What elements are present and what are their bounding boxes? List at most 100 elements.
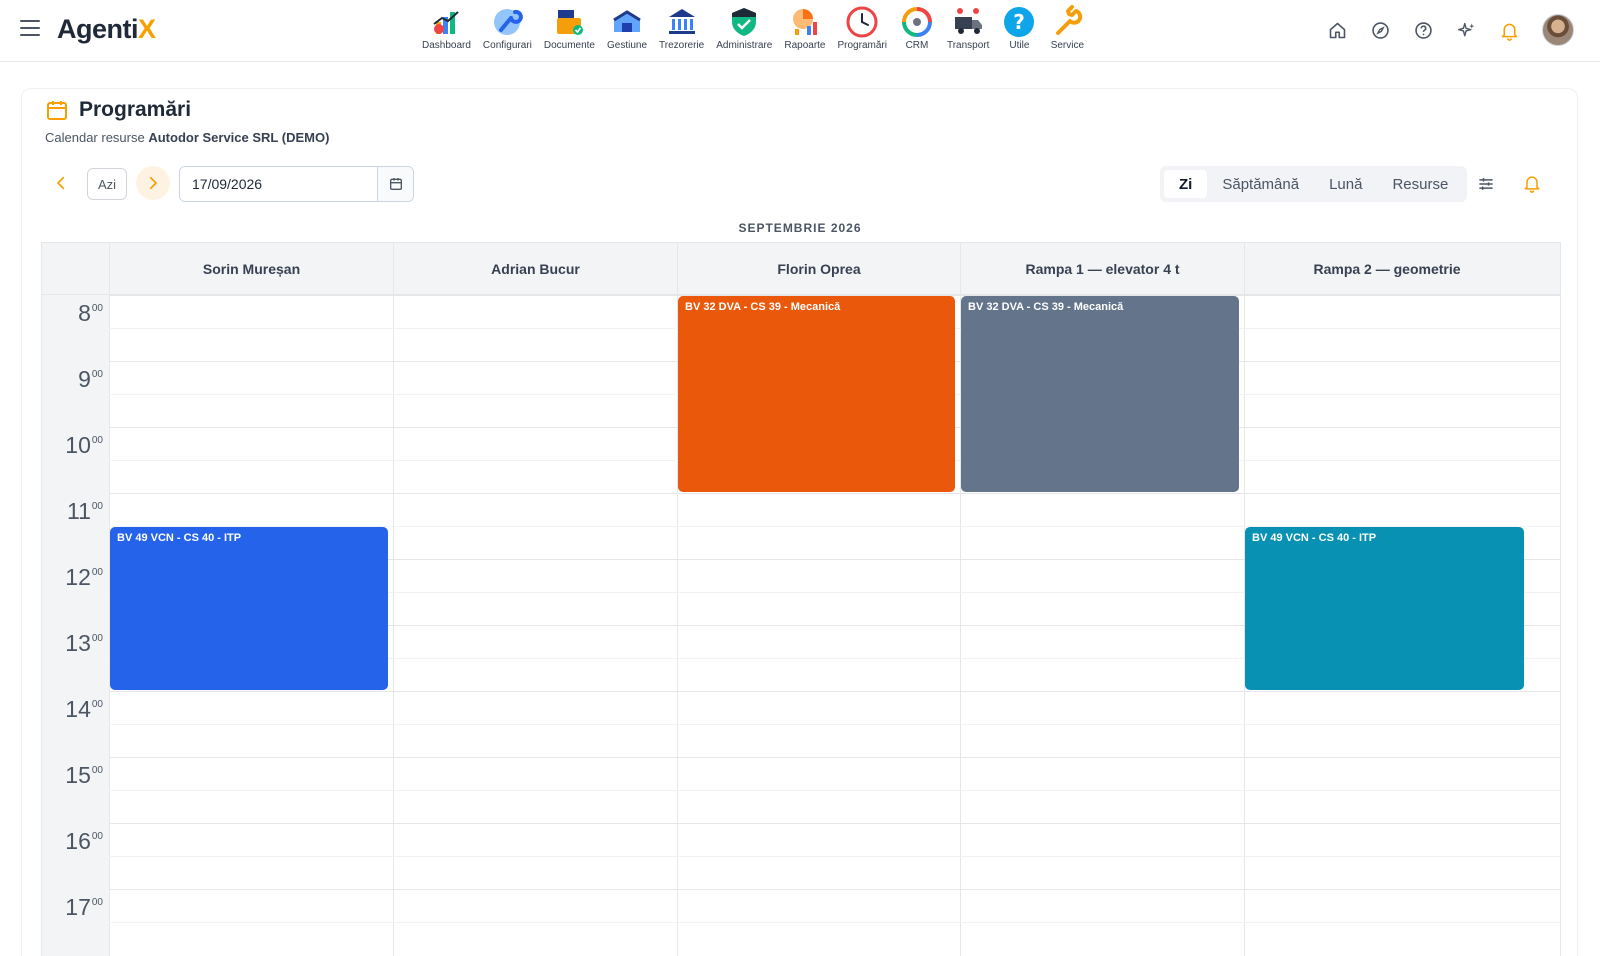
date-picker — [179, 166, 414, 202]
hour-minutes: 00 — [91, 699, 103, 710]
home-icon[interactable] — [1327, 20, 1348, 41]
reports-pie-icon — [792, 9, 817, 35]
module-documente[interactable]: Documente — [538, 4, 601, 60]
hour-number: 11 — [66, 498, 91, 524]
top-bar: AgentiX Dashboard Configurari Documente — [0, 0, 1600, 62]
appointment-event[interactable]: BV 32 DVA - CS 39 - Mecanică — [678, 296, 955, 492]
logo-accent: X — [138, 14, 156, 44]
module-nav: Dashboard Configurari Documente Gestiune… — [416, 4, 1091, 60]
event-title: BV 49 VCN - CS 40 - ITP — [1252, 532, 1377, 544]
wrench-icon — [1056, 5, 1083, 35]
module-crm[interactable]: CRM — [893, 4, 941, 60]
event-title: BV 32 DVA - CS 39 - Mecanică — [968, 301, 1124, 313]
module-label: Administrare — [716, 40, 773, 51]
resource-header[interactable]: Adrian Bucur — [393, 243, 677, 295]
page-subtitle: Calendar resurse Autodor Service SRL (DE… — [45, 130, 329, 145]
module-label: Rapoarte — [784, 40, 826, 51]
calendar-body: BV 32 DVA - CS 39 - Mecanică BV 32 DVA - … — [109, 295, 1560, 956]
event-title: BV 32 DVA - CS 39 - Mecanică — [685, 301, 841, 313]
clock-icon — [846, 6, 878, 38]
module-gestiune[interactable]: Gestiune — [601, 4, 653, 60]
hour-minutes: 00 — [91, 765, 103, 776]
compass-icon[interactable] — [1370, 20, 1391, 41]
appointment-event[interactable]: BV 49 VCN - CS 40 - ITP — [110, 527, 388, 690]
half-hour-gridline — [109, 724, 1560, 725]
view-month-tab[interactable]: Lună — [1314, 170, 1377, 198]
half-hour-gridline — [109, 922, 1560, 923]
menu-icon[interactable] — [20, 20, 40, 38]
today-button[interactable]: Azi — [87, 168, 127, 200]
hour-number: 13 — [65, 630, 91, 656]
module-label: Programări — [837, 40, 887, 51]
documents-folder-icon — [557, 10, 584, 35]
help-icon[interactable] — [1413, 20, 1434, 41]
hour-number: 17 — [65, 894, 91, 920]
half-hour-gridline — [109, 856, 1560, 857]
hour-label: 10 00 — [65, 433, 103, 457]
next-day-button[interactable] — [136, 166, 170, 200]
hour-label: 13 00 — [65, 631, 103, 655]
svg-text:?: ? — [1014, 10, 1026, 34]
hour-gridline — [109, 889, 1560, 890]
module-configurari[interactable]: Configurari — [477, 4, 538, 60]
user-avatar[interactable] — [1542, 14, 1574, 46]
module-rapoarte[interactable]: Rapoarte — [778, 4, 831, 60]
header-gutter — [42, 243, 109, 295]
hour-minutes: 00 — [91, 303, 103, 314]
logo-text: Agenti — [57, 14, 139, 44]
hour-number: 8 — [78, 300, 91, 326]
app-logo[interactable]: AgentiX — [57, 14, 156, 45]
view-week-tab[interactable]: Săptămână — [1207, 170, 1314, 198]
previous-day-button[interactable] — [44, 166, 78, 200]
module-transport[interactable]: Transport — [941, 4, 995, 60]
sparkle-icon[interactable] — [1456, 20, 1477, 41]
filter-sliders-icon[interactable] — [1476, 174, 1496, 194]
resource-headers: Sorin Mureșan Adrian Bucur Florin Oprea Ram… — [42, 243, 1560, 295]
module-trezorerie[interactable]: Trezorerie — [653, 4, 710, 60]
hour-label: 14 00 — [65, 697, 103, 721]
wrench-gear-icon — [494, 9, 524, 35]
hour-gridline — [109, 823, 1560, 824]
module-administrare[interactable]: Administrare — [710, 4, 778, 60]
appointment-event[interactable]: BV 32 DVA - CS 39 - Mecanică — [961, 296, 1239, 492]
module-label: Configurari — [482, 40, 532, 51]
view-resources-tab[interactable]: Resurse — [1377, 170, 1463, 198]
view-day-tab[interactable]: Zi — [1164, 170, 1208, 198]
crm-people-cycle-icon — [901, 7, 932, 37]
module-service[interactable]: Service — [1043, 4, 1091, 60]
resource-header[interactable]: Sorin Mureșan — [109, 243, 393, 295]
warehouse-icon — [613, 10, 641, 32]
module-label: Utile — [1009, 40, 1030, 51]
hour-minutes: 00 — [91, 633, 103, 644]
chevron-right-icon — [149, 176, 157, 190]
page-title: Programări — [79, 98, 192, 121]
event-title: BV 49 VCN - CS 40 - ITP — [117, 532, 242, 544]
reminder-bell-icon[interactable] — [1522, 173, 1542, 193]
resource-header[interactable]: Florin Oprea — [677, 243, 960, 295]
hour-label: 8 00 — [78, 301, 103, 325]
subtitle-prefix: Calendar resurse — [45, 130, 145, 145]
date-input[interactable] — [180, 167, 378, 201]
calendar-grid: Sorin Mureșan Adrian Bucur Florin Oprea Ram… — [41, 242, 1561, 956]
open-calendar-button[interactable] — [377, 167, 413, 201]
module-programari[interactable]: Programări — [832, 4, 893, 60]
view-switcher: Zi Săptămână Lună Resurse — [1160, 166, 1468, 202]
hour-number: 15 — [65, 762, 91, 788]
header-actions — [1327, 14, 1574, 46]
hour-gridline — [109, 757, 1560, 758]
appointment-event[interactable]: BV 49 VCN - CS 40 - ITP — [1245, 527, 1524, 690]
hour-number: 14 — [65, 696, 91, 722]
resource-header[interactable]: Rampa 2 — geometrie — [1244, 243, 1529, 295]
half-hour-gridline — [109, 790, 1560, 791]
hour-label: 12 00 — [65, 565, 103, 589]
module-dashboard[interactable]: Dashboard — [416, 4, 477, 60]
page-header: Programări — [45, 98, 191, 122]
resource-header[interactable]: Rampa 1 — elevator 4 t — [960, 243, 1244, 295]
time-gutter: 8 00 9 00 10 00 11 00 12 00 13 00 14 00 15 00 16 00 17 00 — [42, 295, 109, 956]
module-label: Dashboard — [422, 40, 471, 51]
notification-bell-icon[interactable] — [1499, 20, 1520, 41]
calendar-picker-icon — [389, 178, 402, 190]
module-utile[interactable]: ? Utile — [995, 4, 1043, 60]
hour-minutes: 00 — [91, 897, 103, 908]
hour-gridline — [109, 493, 1560, 494]
